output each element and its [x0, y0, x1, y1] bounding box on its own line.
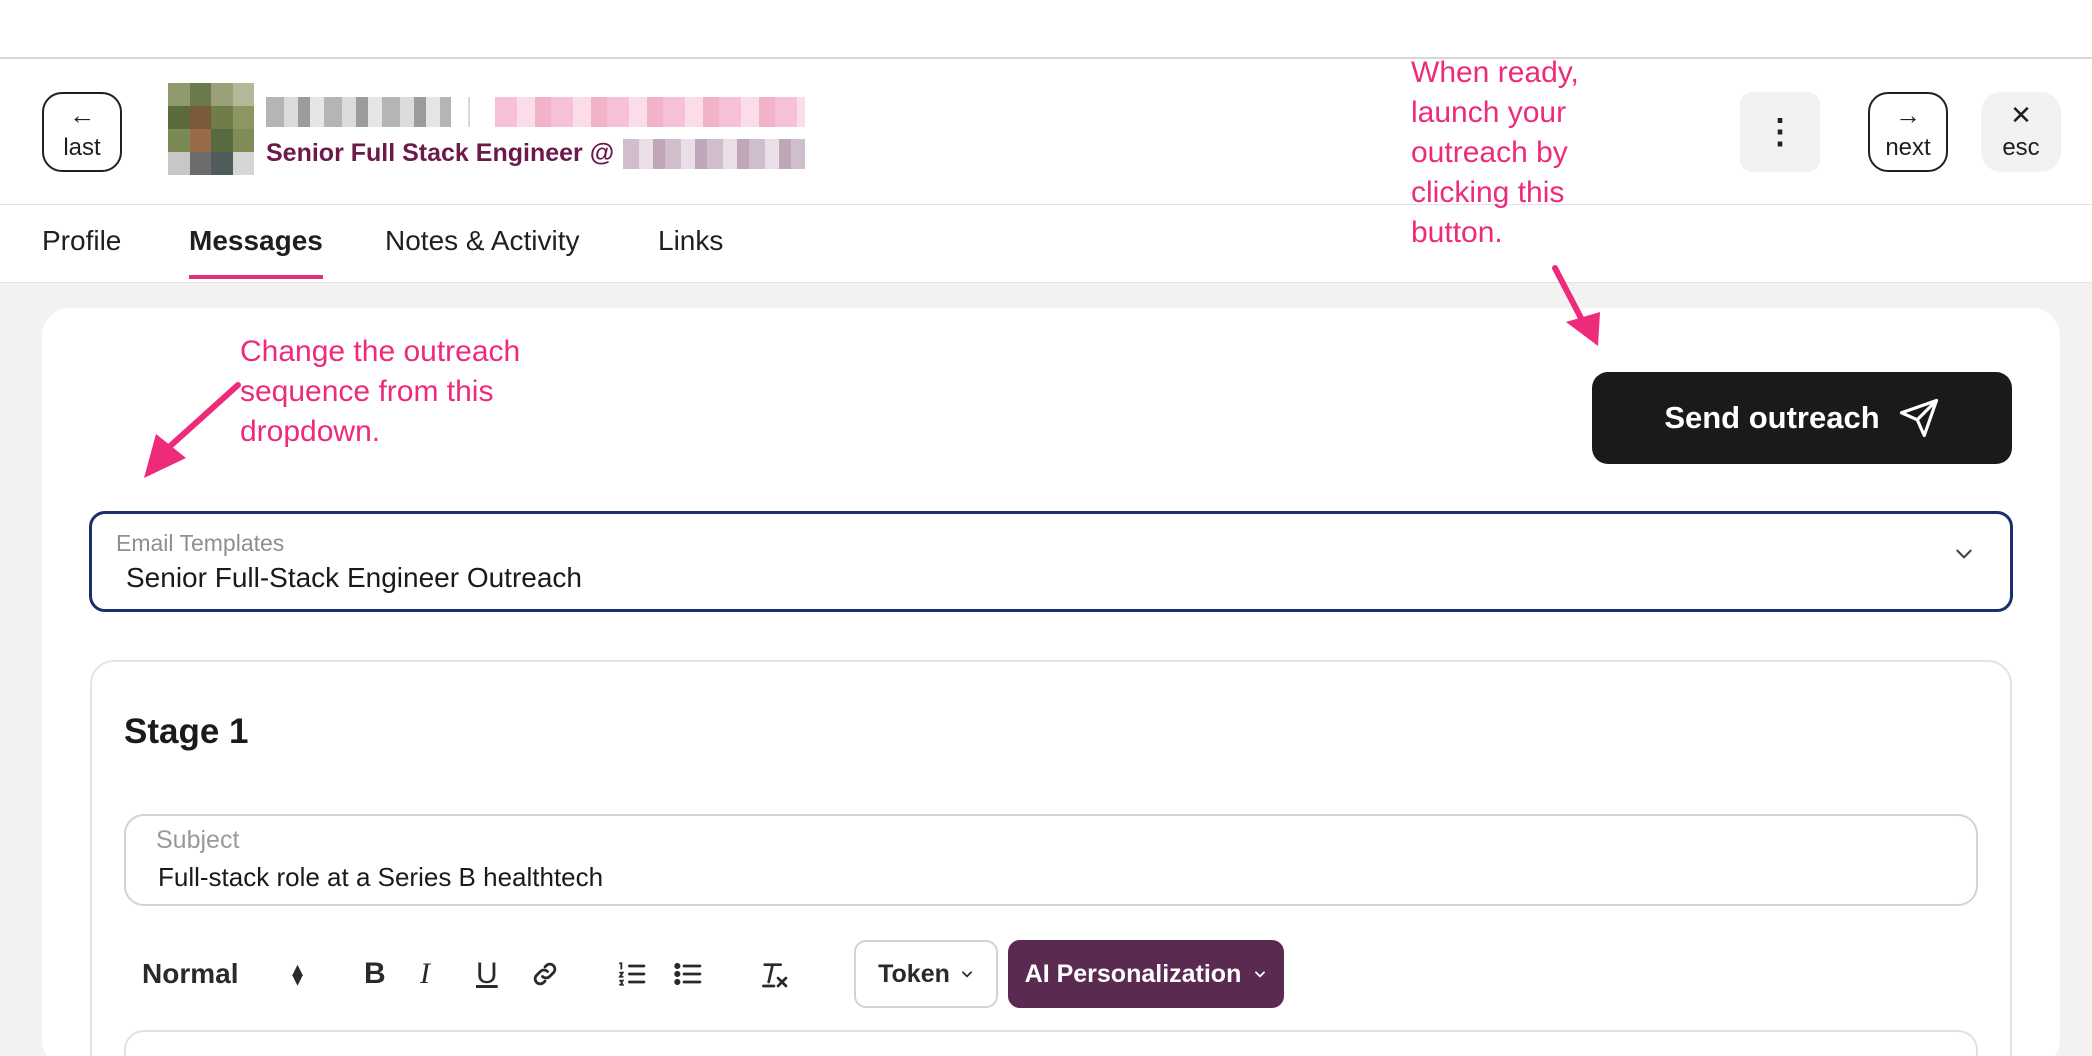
- bullet-list-icon[interactable]: [672, 940, 704, 1008]
- tab-messages[interactable]: Messages: [189, 225, 323, 279]
- link-icon[interactable]: [530, 940, 560, 1008]
- arrow-right-icon: →: [1895, 100, 1921, 130]
- browser-top-strip: [0, 0, 2092, 59]
- subject-label: Subject: [156, 826, 240, 854]
- tab-notes-activity[interactable]: Notes & Activity: [385, 225, 580, 275]
- text-style-select[interactable]: Normal: [142, 940, 238, 1008]
- avatar: [168, 83, 254, 175]
- next-button[interactable]: → next: [1868, 92, 1948, 172]
- token-dropdown[interactable]: Token: [854, 940, 998, 1008]
- italic-icon[interactable]: I: [420, 940, 430, 1008]
- subject-value: Full-stack role at a Series B healthtech: [158, 862, 604, 892]
- tab-profile[interactable]: Profile: [42, 225, 121, 275]
- email-templates-select[interactable]: Email Templates Senior Full-Stack Engine…: [89, 511, 2013, 612]
- tab-links[interactable]: Links: [658, 225, 723, 275]
- send-annotation: When ready, launch your outreach by clic…: [1411, 56, 1579, 249]
- subject-field[interactable]: Subject Full-stack role at a Series B he…: [124, 814, 1978, 906]
- tab-bar: Profile Messages Notes & Activity Links: [0, 205, 2092, 283]
- company-redacted: [623, 139, 805, 169]
- candidate-email-redacted: [495, 97, 805, 127]
- more-vertical-icon: ⋮: [1763, 113, 1797, 151]
- email-templates-value: Senior Full-Stack Engineer Outreach: [126, 562, 582, 593]
- editor-toolbar: Normal ▴ ▾ B I U Token AI Personalizatio…: [124, 940, 1978, 1008]
- underline-icon[interactable]: U: [476, 940, 498, 1008]
- stage-card: Stage 1 Subject Full-stack role at a Ser…: [90, 660, 2012, 1056]
- email-templates-label: Email Templates: [116, 530, 285, 556]
- esc-button[interactable]: ✕ esc: [1981, 92, 2061, 172]
- last-button[interactable]: ← last: [42, 92, 122, 172]
- numbered-list-icon[interactable]: [616, 940, 648, 1008]
- last-label: last: [63, 134, 101, 161]
- bold-icon[interactable]: B: [364, 940, 386, 1008]
- send-outreach-button[interactable]: Send outreach: [1592, 372, 2012, 464]
- chevron-down-icon: [961, 971, 972, 978]
- chevron-down-icon: [1255, 971, 1266, 978]
- stage-title: Stage 1: [124, 712, 249, 751]
- job-title: Senior Full Stack Engineer @: [266, 139, 615, 167]
- candidate-name-redacted: [266, 97, 451, 127]
- updown-chevron-icon[interactable]: ▴ ▾: [292, 940, 303, 1008]
- message-editor[interactable]: [124, 1030, 1978, 1056]
- more-options-button[interactable]: ⋮: [1740, 92, 1820, 172]
- clear-format-icon[interactable]: [758, 940, 790, 1008]
- close-icon: ✕: [2010, 100, 2032, 130]
- dropdown-annotation: Change the outreach sequence from this d…: [240, 335, 521, 448]
- token-label: Token: [878, 959, 950, 988]
- next-label: next: [1885, 134, 1931, 161]
- paper-plane-icon: [1899, 398, 1938, 438]
- header-divider: [468, 97, 470, 127]
- chevron-down-icon: [1956, 549, 1972, 559]
- candidate-header: ← last Senior Full Stack Engineer @ ⋮ → …: [0, 59, 2092, 205]
- arrow-left-icon: ←: [69, 100, 95, 130]
- ai-personalization-dropdown[interactable]: AI Personalization: [1008, 940, 1284, 1008]
- esc-label: esc: [2002, 134, 2040, 161]
- send-outreach-label: Send outreach: [1664, 400, 1880, 435]
- ai-personalization-label: AI Personalization: [1024, 959, 1242, 988]
